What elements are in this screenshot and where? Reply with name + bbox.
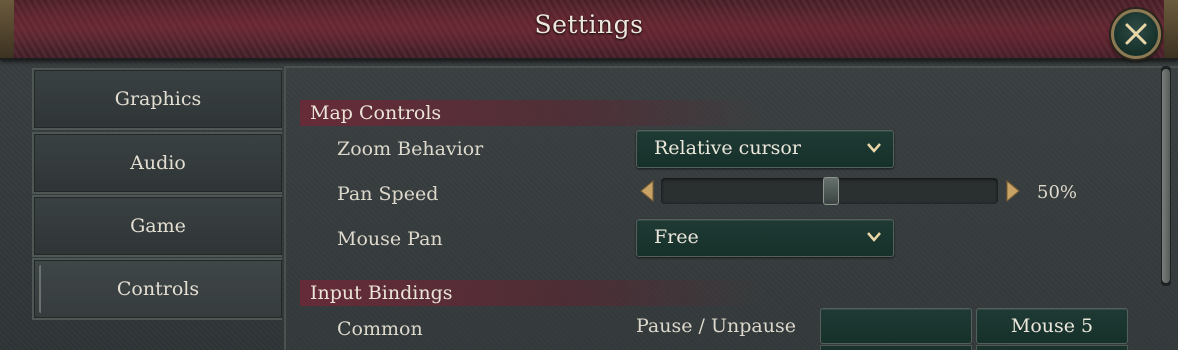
close-button[interactable] [1111,9,1161,59]
title-bar: Settings [0,0,1178,60]
tab-graphics[interactable]: Graphics [32,68,282,130]
chevron-down-icon [867,143,881,153]
chevron-down-icon [867,232,881,242]
tab-game[interactable]: Game [32,195,282,257]
tab-label: Controls [116,278,200,300]
zoom-behavior-dropdown[interactable]: Relative cursor [636,130,894,168]
binding-category-label: Common [337,318,423,340]
tab-label: Audio [130,152,186,174]
pan-speed-label: Pan Speed [337,183,439,205]
close-icon [1125,23,1147,45]
tab-audio[interactable]: Audio [32,132,282,194]
tab-label: Graphics [114,88,202,110]
binding-action-label: Pause / Unpause [636,315,796,337]
tab-label: Game [130,215,186,237]
dropdown-value: Relative cursor [654,137,801,159]
vertical-scrollbar[interactable] [1161,66,1171,286]
section-header-input-bindings: Input Bindings [300,280,766,306]
mouse-pan-dropdown[interactable]: Free [636,219,894,257]
slider-decrease-arrow-icon[interactable] [640,180,654,202]
zoom-behavior-label: Zoom Behavior [337,138,484,160]
mouse-pan-label: Mouse Pan [337,228,443,250]
window-title: Settings [534,10,644,39]
pan-speed-slider-handle[interactable] [822,177,839,205]
scrollbar-thumb[interactable] [1162,69,1170,283]
pan-speed-value: 50% [1037,182,1078,203]
primary-binding-button[interactable] [820,308,972,344]
tab-controls[interactable]: Controls [32,258,282,320]
settings-window: Settings Graphics Audio Game Controls Ma… [0,0,1178,350]
secondary-binding-button[interactable]: Mouse 5 [976,308,1128,344]
dropdown-value: Free [654,226,699,248]
slider-increase-arrow-icon[interactable] [1006,180,1020,202]
next-row-primary-binding-button[interactable] [820,345,972,350]
section-header-map-controls: Map Controls [300,100,766,126]
next-row-secondary-binding-button[interactable] [976,345,1128,350]
